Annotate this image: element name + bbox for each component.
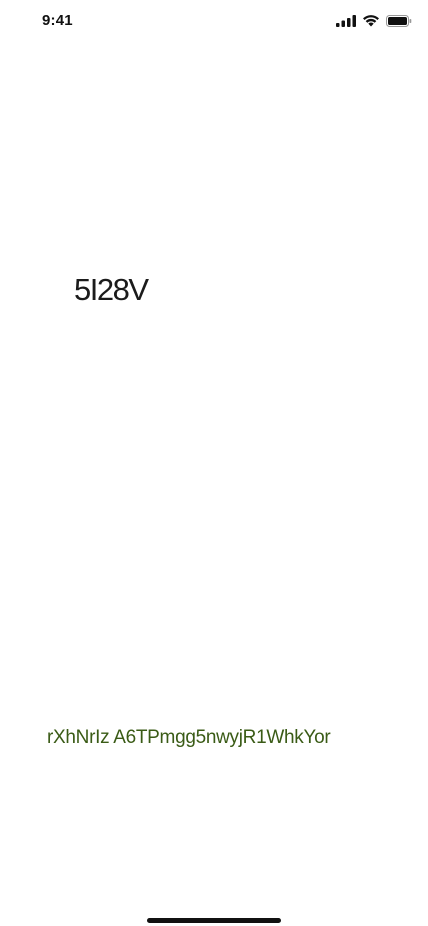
battery-icon: [386, 14, 412, 27]
status-time: 9:41: [42, 12, 73, 29]
app-screen: 9:41 5I28V rXhNrIz A6TPmgg5nwyjR1WhkYor: [0, 0, 428, 926]
code-link[interactable]: rXhNrIz A6TPmgg5nwyjR1WhkYor: [47, 725, 331, 751]
wifi-icon: [362, 14, 380, 27]
status-icons: [336, 14, 412, 27]
page-title: 5I28V: [74, 272, 149, 307]
signal-icon: [336, 14, 356, 27]
home-indicator[interactable]: [147, 918, 281, 923]
status-bar: 9:41: [0, 0, 428, 44]
